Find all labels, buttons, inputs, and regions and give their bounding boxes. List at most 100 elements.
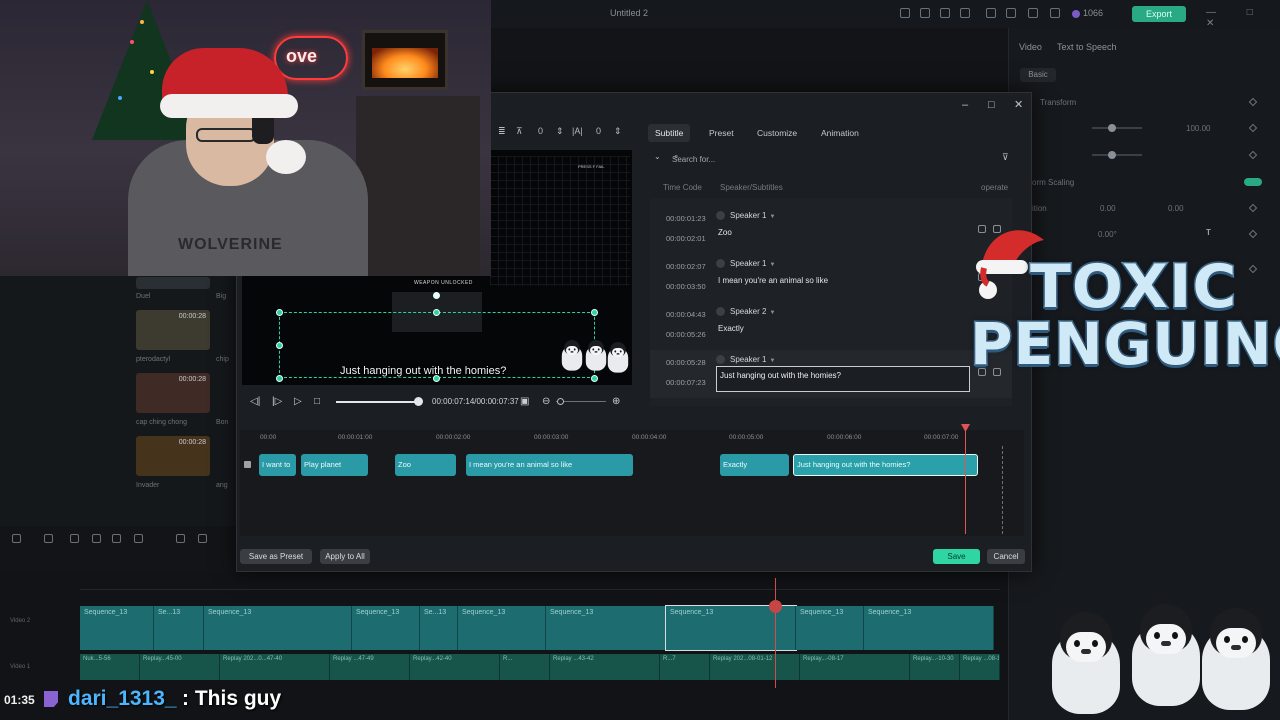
subtitle-start[interactable]: 00:00:05:28	[666, 358, 706, 367]
video1-clip[interactable]: Replay 202...0...47-40	[220, 654, 330, 680]
subtitle-edit-text[interactable]: Just hanging out with the homies?	[720, 371, 841, 380]
video1-clip[interactable]: Replay...45-00	[140, 654, 220, 680]
rotate-handle[interactable]	[433, 292, 440, 299]
apply-to-all-button[interactable]: Apply to All	[320, 549, 370, 564]
text-tool-icon[interactable]	[176, 534, 185, 543]
speaker-select[interactable]: Speaker 1 ▼	[716, 211, 775, 221]
resize-handle[interactable]	[276, 375, 283, 382]
subtitle-clip[interactable]: Zoo	[395, 454, 456, 476]
position-x-value[interactable]: 0.00	[1100, 204, 1116, 213]
filter-icon[interactable]: ⊽	[1002, 152, 1009, 163]
align-icon[interactable]: ≣	[498, 126, 506, 137]
window-controls[interactable]: — □ ✕	[1206, 7, 1280, 29]
tab-customize[interactable]: Customize	[750, 124, 804, 142]
video1-clip[interactable]: Replay ...47-49	[330, 654, 410, 680]
select-icon[interactable]	[44, 534, 53, 543]
char-spacing-icon[interactable]: |A|	[572, 126, 583, 136]
send-icon[interactable]	[920, 8, 930, 18]
redo-icon[interactable]	[92, 534, 101, 543]
speaker-select[interactable]: Speaker 1 ▼	[716, 259, 775, 269]
sequence-clip[interactable]: Sequence_13	[458, 606, 546, 650]
sequence-clip[interactable]: Sequence_13	[796, 606, 864, 650]
tab-animation[interactable]: Animation	[814, 124, 866, 142]
download-icon[interactable]	[960, 8, 970, 18]
video1-clip[interactable]: Replay...-10-30	[910, 654, 960, 680]
sequence-clip[interactable]: Sequence_13	[80, 606, 154, 650]
scale-value[interactable]: 100.00	[1186, 124, 1210, 133]
subtitle-text[interactable]: Exactly	[718, 324, 744, 333]
scale-slider[interactable]	[1092, 127, 1142, 129]
collapse-chevron-icon[interactable]: ⌄	[654, 152, 661, 161]
resize-handle[interactable]	[276, 342, 283, 349]
next-frame-icon[interactable]: |▷	[272, 396, 282, 408]
sequence-clip[interactable]: Se...13	[154, 606, 204, 650]
playhead-handle[interactable]	[769, 600, 782, 613]
resize-handle[interactable]	[591, 375, 598, 382]
layout-icon[interactable]	[12, 534, 21, 543]
tab-preset[interactable]: Preset	[702, 124, 741, 142]
basic-tab[interactable]: Basic	[1020, 68, 1056, 82]
subtitle-end[interactable]: 00:00:07:23	[666, 378, 706, 387]
video1-clip[interactable]: Nuk...5-56	[80, 654, 140, 680]
timeline-playhead[interactable]	[775, 578, 776, 688]
resize-handle[interactable]	[433, 309, 440, 316]
subtitle-end[interactable]: 00:00:03:50	[666, 282, 706, 291]
sequence-clip[interactable]: Sequence_13	[352, 606, 420, 650]
export-button[interactable]: Export	[1132, 6, 1186, 22]
playback-scrubber[interactable]	[414, 397, 423, 406]
speaker-select[interactable]: Speaker 2 ▼	[716, 307, 775, 317]
stepper-icon[interactable]: ⇕	[556, 126, 564, 137]
subtitle-end[interactable]: 00:00:02:01	[666, 234, 706, 243]
gift-icon[interactable]	[900, 8, 910, 18]
bookmark-icon[interactable]	[940, 8, 950, 18]
maximize-icon[interactable]: □	[988, 98, 995, 112]
subtitle-end[interactable]: 00:00:05:26	[666, 330, 706, 339]
subtitle-text[interactable]: I mean you're an animal so like	[718, 276, 828, 285]
char-spacing-value[interactable]: 0	[596, 126, 601, 136]
cloud-icon[interactable]	[1028, 8, 1038, 18]
subtitle-start[interactable]: 00:00:04:43	[666, 310, 706, 319]
account-icon[interactable]	[986, 8, 996, 18]
subtitle-clip[interactable]: Just hanging out with the homies?	[793, 454, 978, 476]
grid-icon[interactable]	[1050, 8, 1060, 18]
resize-handle[interactable]	[591, 309, 598, 316]
stop-icon[interactable]: □	[314, 396, 320, 408]
play-icon[interactable]: ▷	[294, 396, 302, 408]
zoom-slider-knob[interactable]	[557, 398, 564, 405]
sequence-clip[interactable]: Se...13	[420, 606, 458, 650]
line-spacing-icon[interactable]: ⊼	[516, 126, 523, 137]
scale-slider-knob[interactable]	[1108, 124, 1116, 132]
tab-subtitle[interactable]: Subtitle	[648, 124, 691, 142]
zoom-in-icon[interactable]: ⊕	[612, 396, 620, 408]
video1-clip[interactable]: Replay...-08-17	[800, 654, 910, 680]
media-thumb[interactable]: 00:00:28	[136, 310, 210, 350]
video1-clip[interactable]: R...7	[660, 654, 710, 680]
undo-icon[interactable]	[70, 534, 79, 543]
settings-icon[interactable]	[1006, 8, 1016, 18]
playback-progress[interactable]	[336, 401, 418, 403]
prev-frame-icon[interactable]: ◁|	[250, 396, 260, 408]
video1-clip[interactable]: Replay...42-40	[410, 654, 500, 680]
subtitle-clip[interactable]: Exactly	[720, 454, 789, 476]
save-button[interactable]: Save	[933, 549, 980, 564]
video1-clip[interactable]: Replay ...08-17	[960, 654, 1000, 680]
save-as-preset-button[interactable]: Save as Preset	[240, 549, 312, 564]
scale-slider-knob[interactable]	[1108, 151, 1116, 159]
media-thumb[interactable]	[136, 277, 210, 289]
subtitle-clip[interactable]: I want to	[259, 454, 296, 476]
subtitle-clip[interactable]: Play planet	[301, 454, 368, 476]
timeline-ruler[interactable]	[80, 572, 1000, 590]
delete-icon[interactable]	[112, 534, 121, 543]
cancel-button[interactable]: Cancel	[987, 549, 1025, 564]
cut-icon[interactable]	[134, 534, 143, 543]
speaker-select[interactable]: Speaker 1 ▼	[716, 355, 775, 365]
credits-counter[interactable]: 1066	[1072, 8, 1103, 18]
uniform-scaling-toggle[interactable]	[1244, 178, 1262, 186]
subtitle-playhead[interactable]	[965, 428, 966, 534]
media-thumb[interactable]: 00:00:28	[136, 373, 210, 413]
stepper-icon[interactable]: ⇕	[614, 126, 622, 137]
line-spacing-value[interactable]: 0	[538, 126, 543, 136]
resize-handle[interactable]	[276, 309, 283, 316]
minimize-icon[interactable]: –	[962, 98, 968, 112]
scale-slider-2[interactable]	[1092, 154, 1142, 156]
